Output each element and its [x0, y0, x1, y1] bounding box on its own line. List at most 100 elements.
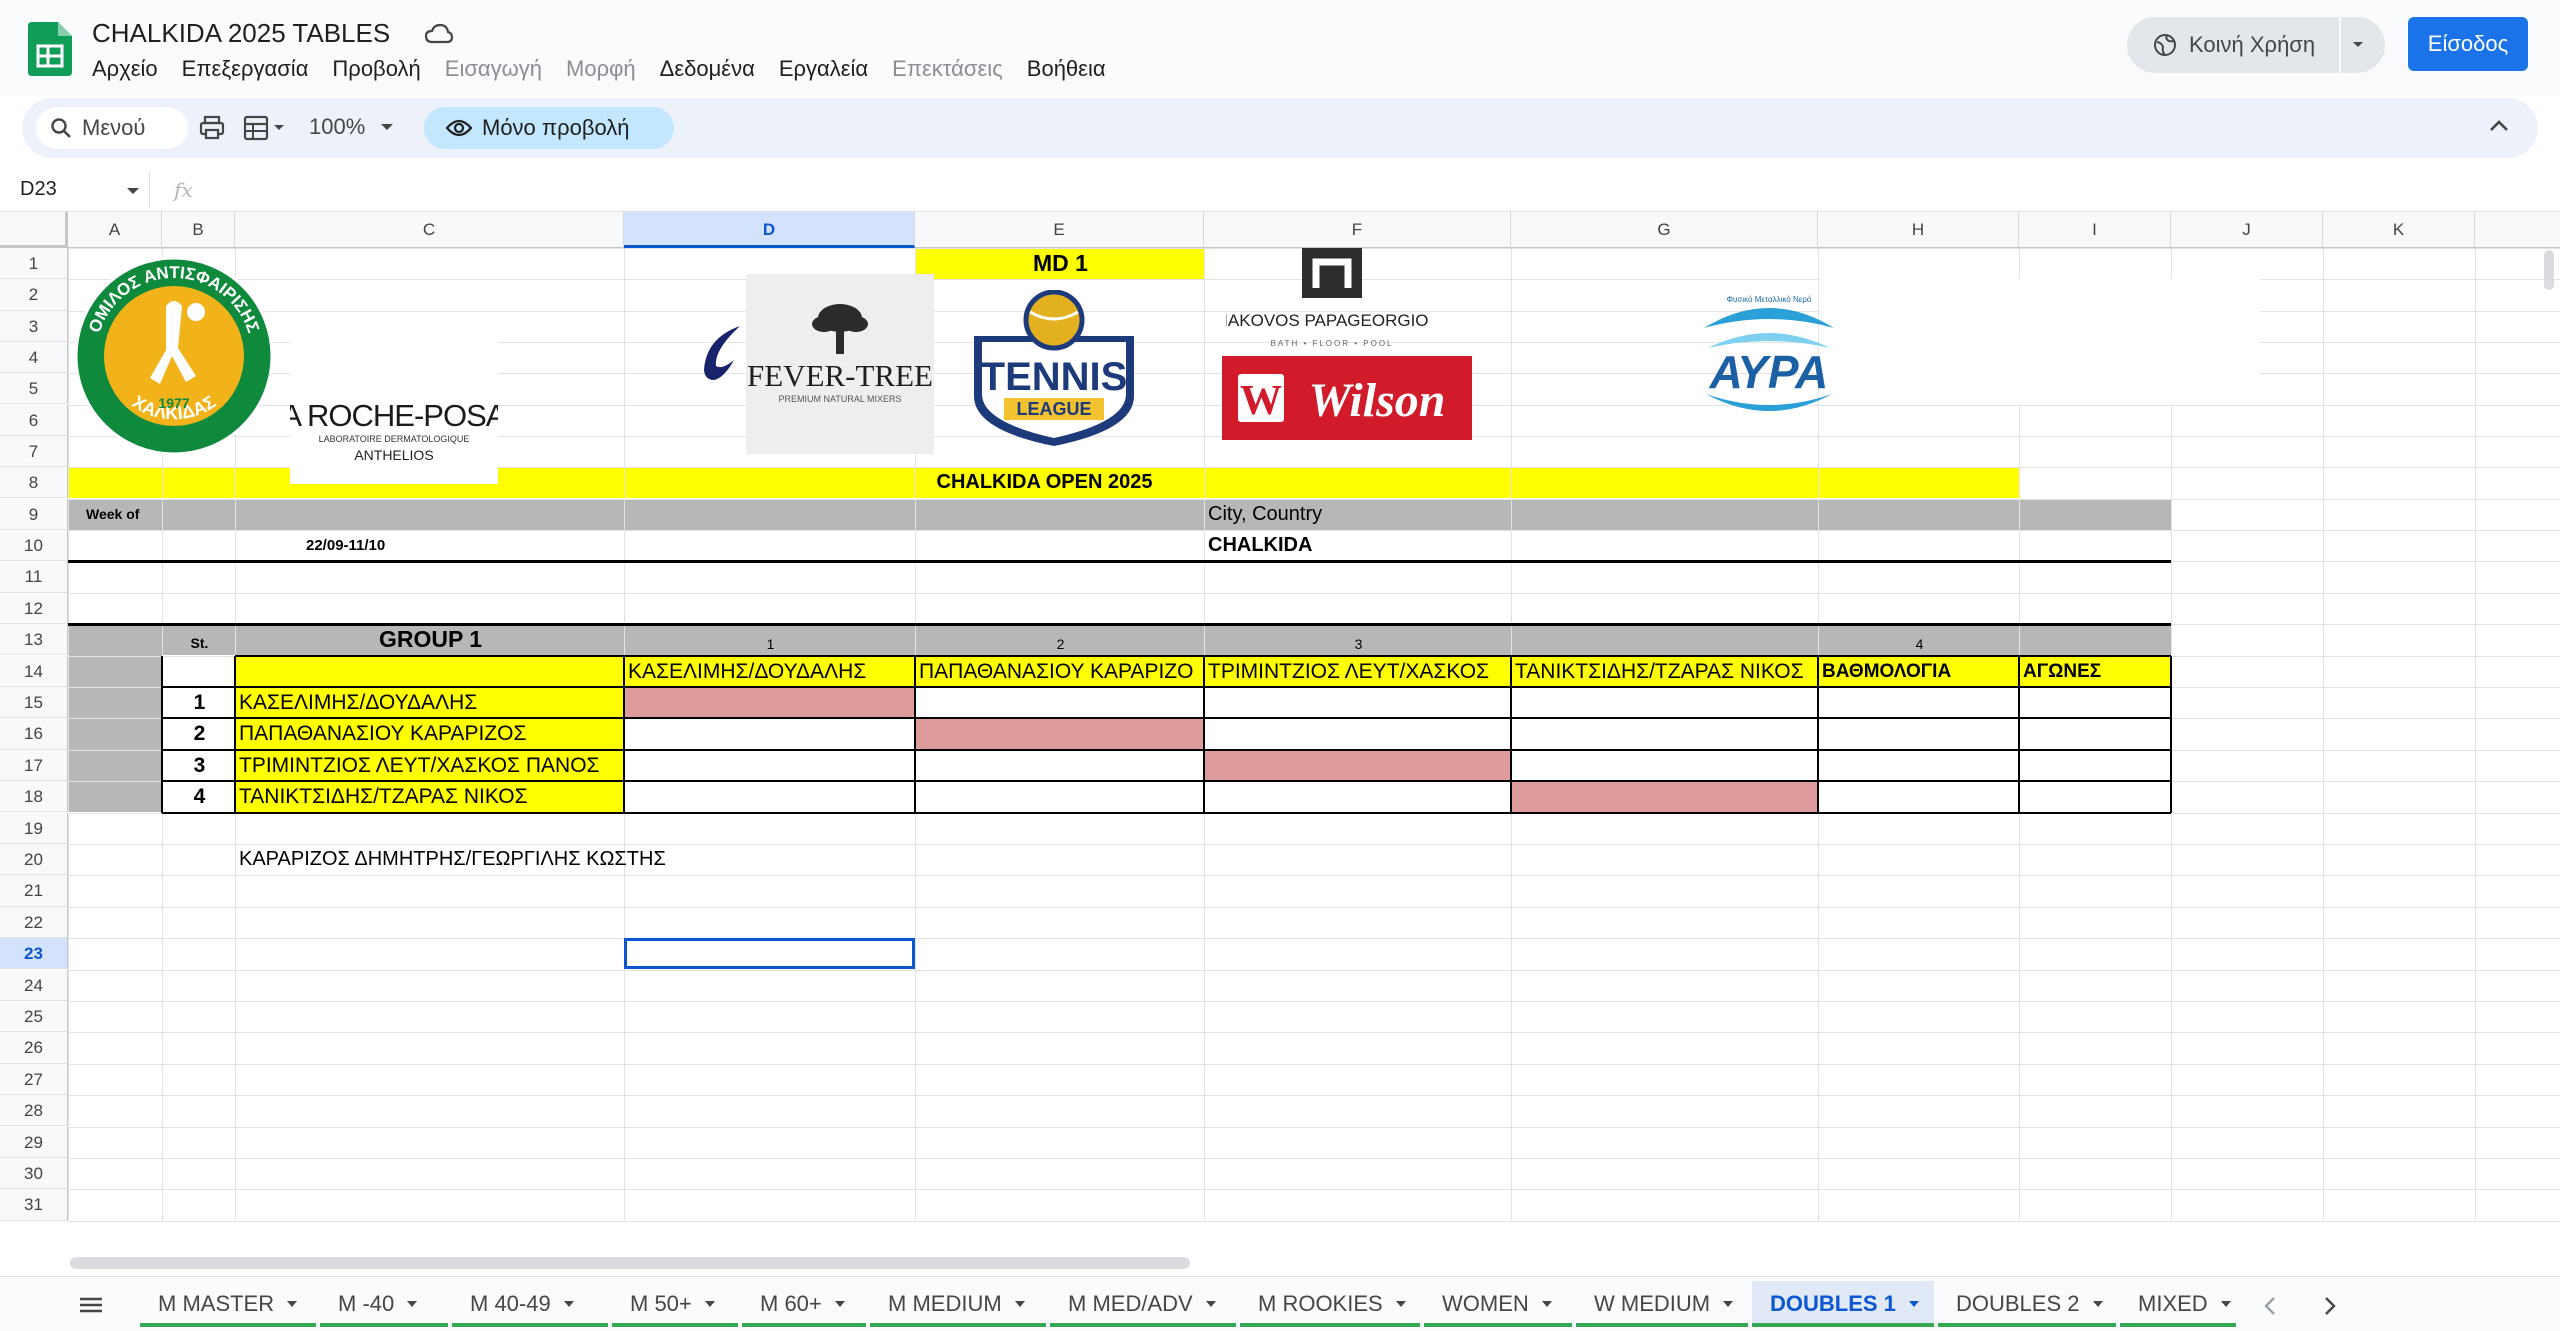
sheets-logo-icon[interactable]: [28, 22, 72, 76]
chevron-down-icon[interactable]: [1908, 1300, 1920, 1308]
name-box-dropdown-icon[interactable]: [126, 186, 140, 196]
row-header-16[interactable]: 16: [0, 718, 68, 750]
cloud-saved-icon[interactable]: [424, 22, 454, 46]
row-header-1[interactable]: 1: [0, 248, 68, 280]
row-header-26[interactable]: 26: [0, 1032, 68, 1064]
sheet-tab-mixed[interactable]: MIXED: [2120, 1281, 2236, 1327]
menu-view[interactable]: Προβολή: [320, 54, 432, 84]
row-header-25[interactable]: 25: [0, 1000, 68, 1033]
sheet-tab-m-40-49[interactable]: M 40-49: [452, 1281, 608, 1327]
sheet-tab-m-med-adv[interactable]: M MED/ADV: [1050, 1281, 1236, 1327]
all-sheets-menu-icon[interactable]: [78, 1295, 104, 1315]
menu-edit[interactable]: Επεξεργασία: [170, 54, 321, 84]
menu-tools[interactable]: Εργαλεία: [767, 54, 880, 84]
row-header-21[interactable]: 21: [0, 875, 68, 907]
row-header-19[interactable]: 19: [0, 812, 68, 844]
sheet-tab-m-40[interactable]: M -40: [320, 1281, 448, 1327]
chevron-down-icon[interactable]: [1541, 1300, 1553, 1308]
chevron-down-icon[interactable]: [563, 1300, 575, 1308]
sheet-tab-m-60-[interactable]: M 60+: [742, 1281, 866, 1327]
menu-help[interactable]: Βοήθεια: [1015, 54, 1118, 84]
select-all-corner[interactable]: [0, 212, 68, 248]
menu-insert[interactable]: Εισαγωγή: [433, 54, 554, 84]
column-header-b[interactable]: B: [162, 212, 235, 248]
column-header-f[interactable]: F: [1204, 212, 1511, 248]
sheet-tab-m-50-[interactable]: M 50+: [612, 1281, 738, 1327]
zoom-select[interactable]: 100%: [309, 114, 365, 140]
row-header-9[interactable]: 9: [0, 498, 68, 530]
sheet-tab-m-master[interactable]: M MASTER: [140, 1281, 316, 1327]
row-header-28[interactable]: 28: [0, 1095, 68, 1127]
column-header-i[interactable]: I: [2019, 212, 2171, 248]
row-header-30[interactable]: 30: [0, 1157, 68, 1190]
selected-cell[interactable]: [624, 938, 915, 970]
menu-format[interactable]: Μορφή: [554, 54, 648, 84]
column-header-h[interactable]: H: [1818, 212, 2019, 248]
column-header-a[interactable]: A: [68, 212, 162, 248]
sheet-tab-w-medium[interactable]: W MEDIUM: [1576, 1281, 1748, 1327]
column-header-d[interactable]: D: [624, 212, 915, 248]
row-header-17[interactable]: 17: [0, 749, 68, 782]
sheet-tab-doubles-2[interactable]: DOUBLES 2: [1938, 1281, 2116, 1327]
chevron-left-icon[interactable]: [2262, 1295, 2278, 1317]
zoom-dropdown-icon[interactable]: [380, 122, 394, 132]
print-icon[interactable]: [198, 114, 226, 142]
sheet-tab-m-rookies[interactable]: M ROOKIES: [1240, 1281, 1420, 1327]
row-header-23[interactable]: 23: [0, 938, 68, 970]
column-header-c[interactable]: C: [235, 212, 624, 248]
view-only-button[interactable]: Μόνο προβολή: [424, 107, 674, 149]
column-header-j[interactable]: J: [2171, 212, 2323, 248]
row-header-3[interactable]: 3: [0, 310, 68, 342]
signin-button[interactable]: Είσοδος: [2408, 17, 2528, 71]
table-format-icon[interactable]: [242, 114, 288, 142]
chevron-down-icon[interactable]: [704, 1300, 716, 1308]
row-header-2[interactable]: 2: [0, 279, 68, 311]
share-dropdown-icon[interactable]: [2349, 35, 2367, 53]
sheet-tab-women[interactable]: WOMEN: [1424, 1281, 1572, 1327]
row-header-12[interactable]: 12: [0, 592, 68, 625]
row-header-31[interactable]: 31: [0, 1189, 68, 1221]
chevron-down-icon[interactable]: [2092, 1300, 2104, 1308]
share-button[interactable]: Κοινή Χρήση: [2127, 17, 2385, 73]
row-header-14[interactable]: 14: [0, 655, 68, 687]
row-header-6[interactable]: 6: [0, 404, 68, 436]
name-box[interactable]: D23: [0, 172, 150, 208]
search-menus-input[interactable]: Μενού: [36, 107, 188, 149]
chevron-right-icon[interactable]: [2322, 1295, 2338, 1317]
menu-extensions[interactable]: Επεκτάσεις: [880, 54, 1015, 84]
document-title[interactable]: CHALKIDA 2025 TABLES: [92, 18, 390, 49]
row-header-13[interactable]: 13: [0, 624, 68, 656]
chevron-down-icon[interactable]: [1722, 1300, 1734, 1308]
chevron-down-icon[interactable]: [1205, 1300, 1217, 1308]
sheet-tab-m-medium[interactable]: M MEDIUM: [870, 1281, 1046, 1327]
chevron-down-icon[interactable]: [406, 1300, 418, 1308]
chevron-down-icon[interactable]: [2220, 1300, 2232, 1308]
row-header-24[interactable]: 24: [0, 969, 68, 1001]
sheet-tab-doubles-1[interactable]: DOUBLES 1: [1752, 1281, 1934, 1327]
row-header-29[interactable]: 29: [0, 1126, 68, 1158]
row-header-4[interactable]: 4: [0, 341, 68, 374]
row-header-7[interactable]: 7: [0, 435, 68, 468]
vertical-scrollbar[interactable]: [2544, 250, 2554, 290]
menu-file[interactable]: Αρχείο: [80, 54, 170, 84]
column-header-k[interactable]: K: [2323, 212, 2475, 248]
row-header-20[interactable]: 20: [0, 843, 68, 876]
row-header-5[interactable]: 5: [0, 373, 68, 405]
horizontal-scrollbar[interactable]: [70, 1257, 1190, 1269]
column-header-g[interactable]: G: [1511, 212, 1818, 248]
row-header-10[interactable]: 10: [0, 529, 68, 562]
row-header-18[interactable]: 18: [0, 781, 68, 813]
menu-data[interactable]: Δεδομένα: [648, 54, 767, 84]
chevron-down-icon[interactable]: [834, 1300, 846, 1308]
row-header-11[interactable]: 11: [0, 561, 68, 593]
column-header-e[interactable]: E: [915, 212, 1204, 248]
row-header-15[interactable]: 15: [0, 686, 68, 719]
chevron-up-icon[interactable]: [2488, 118, 2510, 134]
chevron-down-icon[interactable]: [286, 1300, 298, 1308]
row-header-22[interactable]: 22: [0, 906, 68, 939]
row-header-27[interactable]: 27: [0, 1063, 68, 1096]
chevron-down-icon[interactable]: [1014, 1300, 1026, 1308]
spreadsheet-grid[interactable]: ABCDEFGHIJK 1 2 3 4 5 6 7 8 9 10 11 12 13 14 15 16 17 18 1…: [0, 212, 2560, 1276]
row-header-8[interactable]: 8: [0, 467, 68, 499]
chevron-down-icon[interactable]: [1395, 1300, 1407, 1308]
